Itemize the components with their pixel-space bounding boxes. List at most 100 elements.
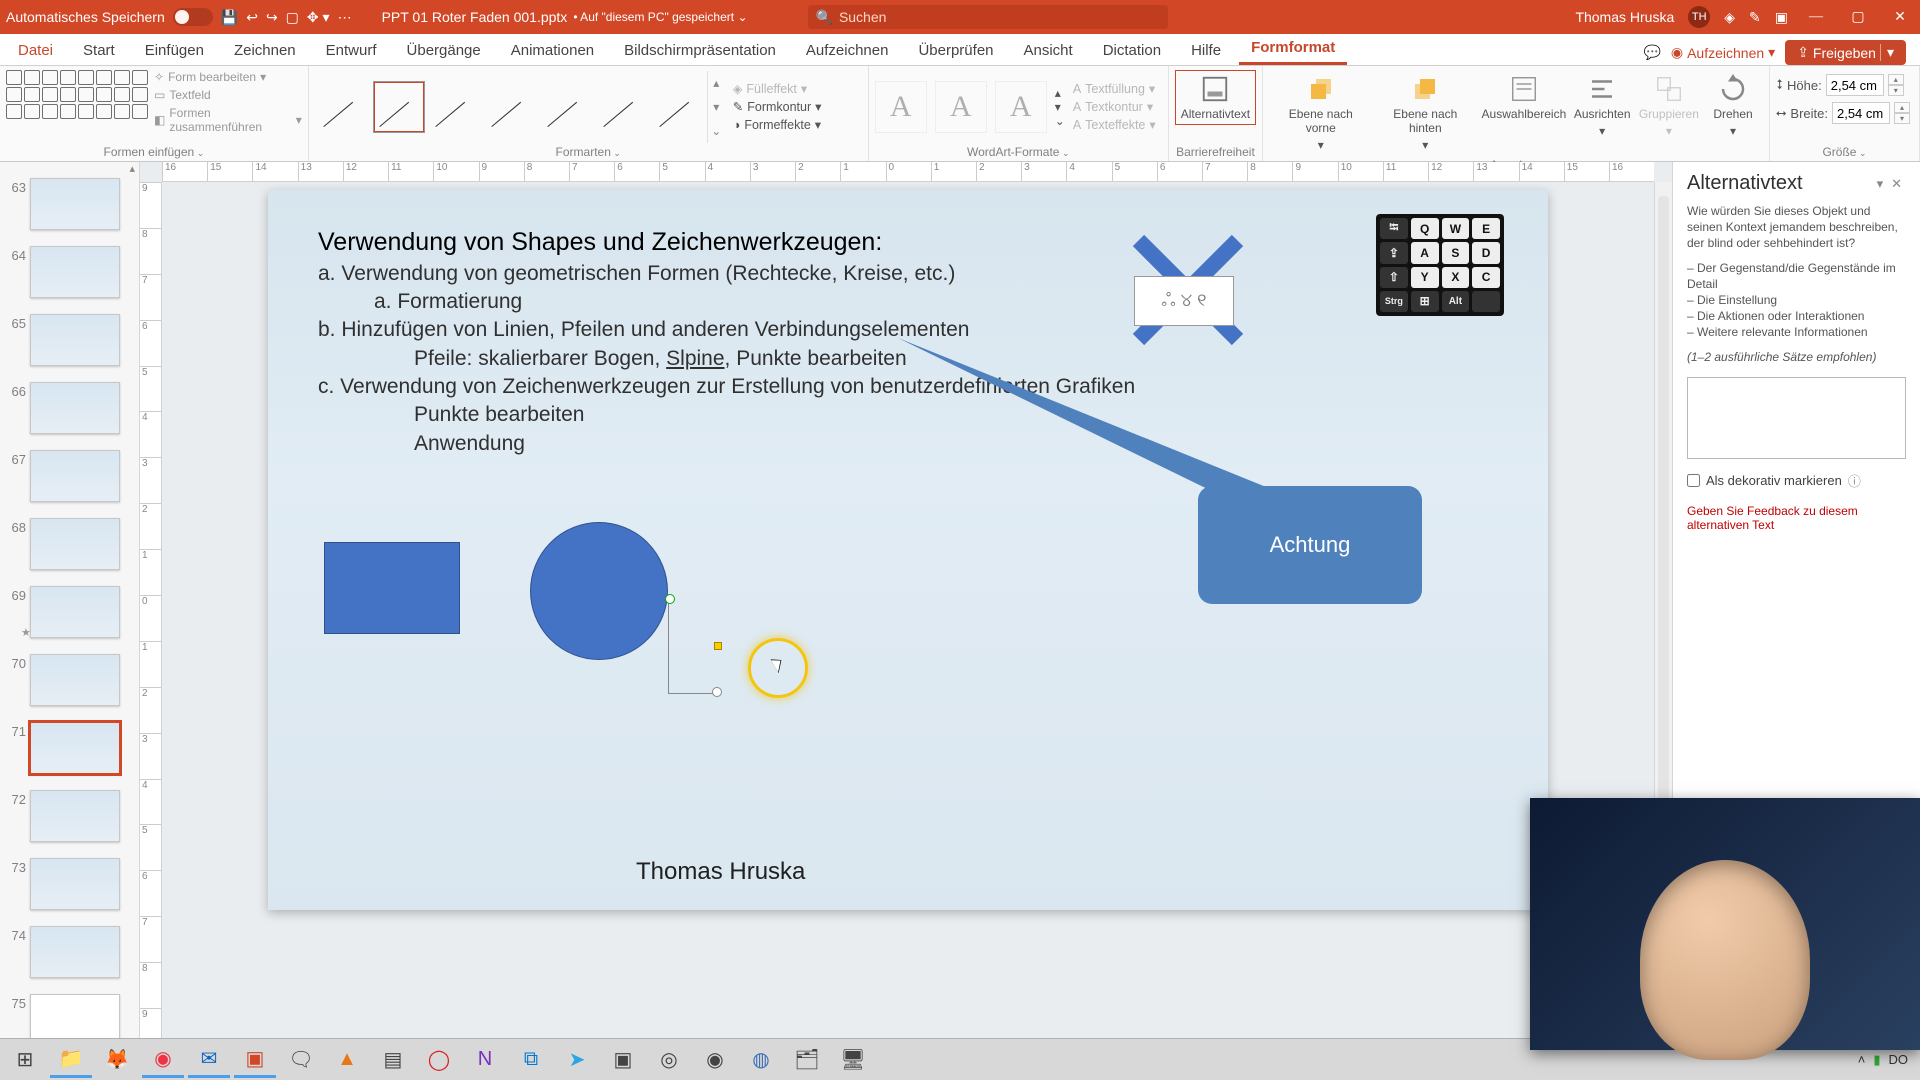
tab-draw[interactable]: Zeichnen [222,36,308,65]
tb-app-15[interactable]: ◍ [740,1042,782,1078]
thumbnail-63[interactable]: 63 [0,176,139,244]
tb-app-06[interactable]: 🗨 [280,1042,322,1078]
autosave-toggle[interactable] [173,8,213,26]
window-layout-icon[interactable]: ▣ [1775,9,1788,26]
shape-curve-selected[interactable] [668,598,718,694]
text-box[interactable]: ▭ Textfeld [154,88,302,102]
align[interactable]: Ausrichten▾ [1570,70,1635,156]
comments-icon[interactable]: 💬 [1643,44,1660,61]
thumbnail-74[interactable]: 74 [0,924,139,992]
tb-explorer[interactable]: 📁 [50,1042,92,1078]
thumbnail-70[interactable]: 70 [0,652,139,720]
pane-options-icon[interactable]: ▾ [1873,176,1888,192]
selection-pane[interactable]: Auswahlbereich [1478,70,1569,156]
tab-design[interactable]: Entwurf [314,36,389,65]
tb-outlook[interactable]: ✉ [188,1042,230,1078]
tab-insert[interactable]: Einfügen [133,36,216,65]
alt-feedback-link[interactable]: Geben Sie Feedback zu diesem alternative… [1687,504,1906,532]
tb-obs[interactable]: ◎ [648,1042,690,1078]
tb-telegram[interactable]: ➤ [556,1042,598,1078]
tab-review[interactable]: Überprüfen [906,36,1005,65]
tb-powerpoint[interactable]: ▣ [234,1042,276,1078]
thumbnail-73[interactable]: 73 [0,856,139,924]
thumbnail-66[interactable]: 66 [0,380,139,448]
shapes-gallery[interactable] [6,70,148,134]
tb-app-14[interactable]: ◉ [694,1042,736,1078]
height-up[interactable]: ▴ [1888,74,1904,85]
tb-vscode[interactable]: ⧉ [510,1042,552,1078]
curve-mid-handle[interactable] [714,642,722,650]
tab-file[interactable]: Datei [6,36,65,65]
pen-icon[interactable]: ✎ [1749,9,1761,26]
gallery-up-icon[interactable]: ▴ [708,71,725,95]
text-fill[interactable]: A Textfüllung ▾ [1073,81,1156,96]
text-outline[interactable]: A Textkontur ▾ [1073,99,1156,114]
undo-icon[interactable]: ↩ [246,9,258,26]
close-button[interactable]: ✕ [1886,9,1914,26]
tray-clock[interactable]: DO [1889,1052,1909,1067]
shape-small-box[interactable]: ஃ ୪ ୧ [1134,276,1234,326]
send-backward[interactable]: Ebene nach hinten▾ [1372,70,1478,156]
thumbnail-72[interactable]: 72 [0,788,139,856]
decorative-checkbox[interactable]: Als dekorativ markieren ⓘ [1687,471,1906,490]
tb-vlc[interactable]: ▲ [326,1042,368,1078]
tab-slideshow[interactable]: Bildschirmpräsentation [612,36,788,65]
width-up[interactable]: ▴ [1894,102,1910,113]
rotate[interactable]: Drehen▾ [1703,70,1763,156]
merge-shapes[interactable]: ◧ Formen zusammenführen ▾ [154,106,302,134]
from-beginning-icon[interactable]: ▢ [286,9,299,26]
tab-record[interactable]: Aufzeichnen [794,36,901,65]
tab-view[interactable]: Ansicht [1012,36,1085,65]
text-effects[interactable]: A Texteffekte ▾ [1073,117,1156,132]
tb-app-16[interactable]: 🗂 [786,1042,828,1078]
tb-app-12[interactable]: ▣ [602,1042,644,1078]
gallery-down-icon[interactable]: ▾ [708,95,725,119]
wordart-gallery[interactable]: AAA ▴▾⌄ [875,81,1065,133]
qat-more-icon[interactable]: ⋯ [338,9,352,26]
shape-rectangle[interactable] [324,542,460,634]
tb-app-17[interactable]: 🖥 [832,1042,874,1078]
tb-onenote[interactable]: N [464,1042,506,1078]
share-button[interactable]: ⇪ Freigeben▾ [1785,40,1906,65]
user-avatar[interactable]: TH [1688,6,1710,28]
height-input[interactable] [1826,74,1884,96]
diamond-icon[interactable]: ◈ [1724,9,1735,26]
tb-firefox[interactable]: 🦊 [96,1042,138,1078]
scroll-up-icon[interactable]: ▴ [0,162,139,176]
edit-shape[interactable]: ✧ Form bearbeiten ▾ [154,70,302,84]
maximize-button[interactable]: ▢ [1844,9,1872,26]
tab-dictation[interactable]: Dictation [1091,36,1173,65]
search-box[interactable]: 🔍 Suchen [808,5,1168,29]
tb-app-08[interactable]: ◯ [418,1042,460,1078]
shape-fill[interactable]: ◈ Fülleffekt ▾ [733,81,822,96]
gallery-more-icon[interactable]: ⌄ [708,119,725,143]
thumbnail-67[interactable]: 67 [0,448,139,516]
tb-app-07[interactable]: ▤ [372,1042,414,1078]
thumbnail-pane[interactable]: ▴ 63646566676869★707172737475 [0,162,140,1054]
tab-animations[interactable]: Animationen [499,36,606,65]
tray-battery-icon[interactable]: ▮ [1873,1052,1880,1068]
slide-canvas[interactable]: Verwendung von Shapes und Zeichenwerkzeu… [162,182,1654,1054]
width-input[interactable] [1832,102,1890,124]
shape-circle[interactable] [530,522,668,660]
record-button[interactable]: ◉ Aufzeichnen ▾ [1671,44,1775,61]
thumbnail-69[interactable]: 69★ [0,584,139,652]
saved-location[interactable]: • Auf "diesem PC" gespeichert ⌄ [573,10,747,24]
bring-forward[interactable]: Ebene nach vorne▾ [1269,70,1372,156]
tab-shape-format[interactable]: Formformat [1239,33,1347,65]
shape-effects[interactable]: ◑ Formeffekte ▾ [733,117,822,132]
thumbnail-71[interactable]: 71 [0,720,139,788]
height-down[interactable]: ▾ [1888,85,1904,96]
width-down[interactable]: ▾ [1894,113,1910,124]
shape-outline[interactable]: ✎ Formkontur ▾ [733,99,822,114]
touch-mode-icon[interactable]: ✥ ▾ [307,9,330,26]
thumbnail-64[interactable]: 64 [0,244,139,312]
minimize-button[interactable]: — [1802,9,1830,25]
thumbnail-65[interactable]: 65 [0,312,139,380]
pane-close-icon[interactable]: ✕ [1887,176,1906,192]
tab-home[interactable]: Start [71,36,127,65]
thumbnail-68[interactable]: 68 [0,516,139,584]
tray-chevron-icon[interactable]: ˄ [1858,1052,1866,1067]
share-dropdown-icon[interactable]: ▾ [1880,44,1894,61]
alt-text-input[interactable] [1687,377,1906,459]
